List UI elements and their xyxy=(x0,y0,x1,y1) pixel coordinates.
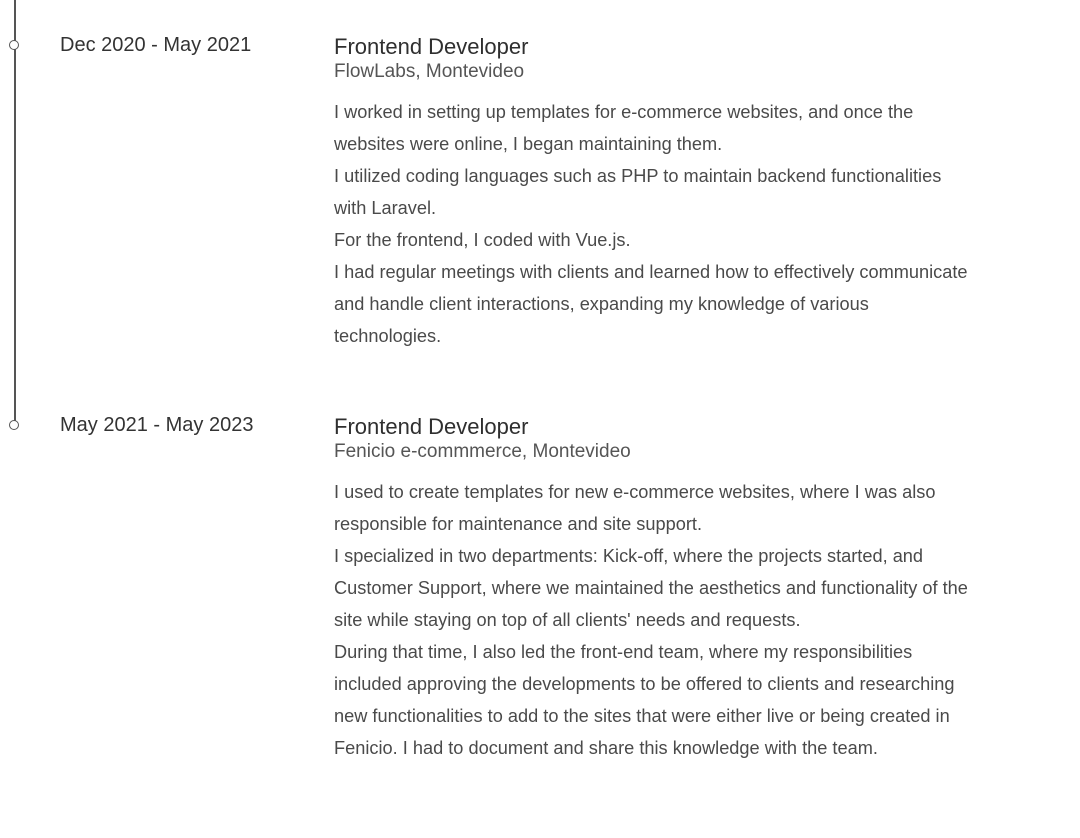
entry-content: Frontend Developer FlowLabs, Montevideo … xyxy=(334,34,974,352)
entry-company: FlowLabs, Montevideo xyxy=(334,61,525,82)
timeline-dot-icon xyxy=(9,40,19,50)
entry-content: Frontend Developer Fenicio e-commmerce, … xyxy=(334,414,974,764)
timeline-line xyxy=(14,0,16,422)
description-paragraph: During that time, I also led the front-e… xyxy=(334,642,955,758)
description-paragraph: I specialized in two departments: Kick-o… xyxy=(334,546,968,630)
entry-description: I worked in setting up templates for e-c… xyxy=(334,96,974,352)
entry-role: Frontend Developer xyxy=(334,414,529,439)
entry-role: Frontend Developer xyxy=(334,34,529,59)
experience-timeline: Dec 2020 - May 2021 Frontend Developer F… xyxy=(0,0,1080,838)
description-paragraph: I utilized coding languages such as PHP … xyxy=(334,166,942,218)
description-paragraph: I used to create templates for new e-com… xyxy=(334,482,936,534)
description-paragraph: I had regular meetings with clients and … xyxy=(334,262,968,346)
entry-description: I used to create templates for new e-com… xyxy=(334,476,974,764)
entry-date: Dec 2020 - May 2021 xyxy=(60,34,252,56)
description-paragraph: For the frontend, I coded with Vue.js. xyxy=(334,230,631,250)
timeline-dot-icon xyxy=(9,420,19,430)
description-paragraph: I worked in setting up templates for e-c… xyxy=(334,102,914,154)
entry-company: Fenicio e-commmerce, Montevideo xyxy=(334,441,631,462)
entry-date: May 2021 - May 2023 xyxy=(60,414,254,436)
